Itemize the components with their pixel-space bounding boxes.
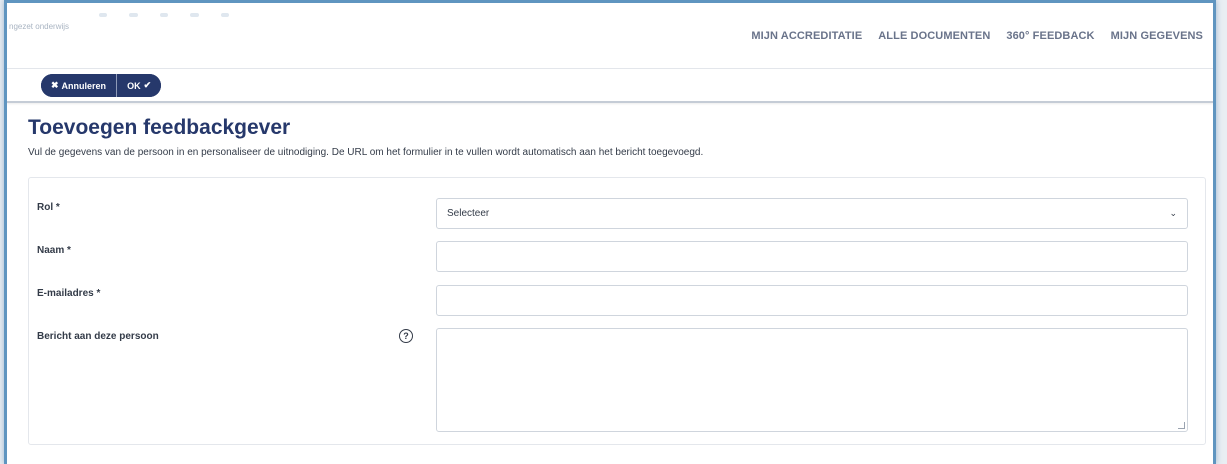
action-toolbar: ✖ Annuleren OK ✔ [7, 69, 1213, 103]
nav-mijn-gegevens[interactable]: MIJN GEGEVENS [1111, 30, 1203, 42]
top-bar: ngezet onderwijs MIJN ACCREDITATIE ALLE … [7, 3, 1213, 69]
cancel-button-label: Annuleren [61, 80, 107, 91]
chevron-down-icon: ⌄ [1169, 208, 1177, 218]
resize-handle-icon[interactable] [1178, 422, 1185, 429]
message-label: Bericht aan deze persoon [37, 331, 159, 342]
nav-360-feedback[interactable]: 360° FEEDBACK [1006, 30, 1094, 42]
nav-alle-documenten[interactable]: ALLE DOCUMENTEN [878, 30, 990, 42]
check-icon: ✔ [143, 80, 152, 90]
ok-button-label: OK [127, 80, 141, 91]
nav-mijn-accreditatie[interactable]: MIJN ACCREDITATIE [751, 30, 862, 42]
email-input[interactable] [436, 285, 1188, 316]
ok-button[interactable]: OK ✔ [117, 74, 162, 97]
name-label: Naam * [37, 245, 71, 256]
action-button-group: ✖ Annuleren OK ✔ [41, 74, 162, 97]
main-nav: MIJN ACCREDITATIE ALLE DOCUMENTEN 360° F… [751, 30, 1203, 42]
logo-tagline: ngezet onderwijs [9, 22, 70, 31]
page-title: Toevoegen feedbackgever [28, 116, 291, 139]
email-label: E-mailadres * [37, 288, 101, 299]
message-textarea[interactable] [436, 328, 1188, 432]
feedback-form: Rol * Selecteer ⌄ Naam * E-mailadres * B… [28, 177, 1206, 445]
close-icon: ✖ [51, 80, 59, 90]
logo [99, 13, 230, 19]
role-select[interactable]: Selecteer ⌄ [436, 198, 1188, 229]
name-input[interactable] [436, 241, 1188, 272]
help-icon[interactable]: ? [399, 329, 413, 343]
role-label: Rol * [37, 202, 60, 213]
app-window: ngezet onderwijs MIJN ACCREDITATIE ALLE … [4, 0, 1216, 464]
role-select-value: Selecteer [447, 208, 490, 219]
cancel-button[interactable]: ✖ Annuleren [41, 74, 118, 97]
page-description: Vul de gegevens van de persoon in en per… [28, 147, 704, 158]
